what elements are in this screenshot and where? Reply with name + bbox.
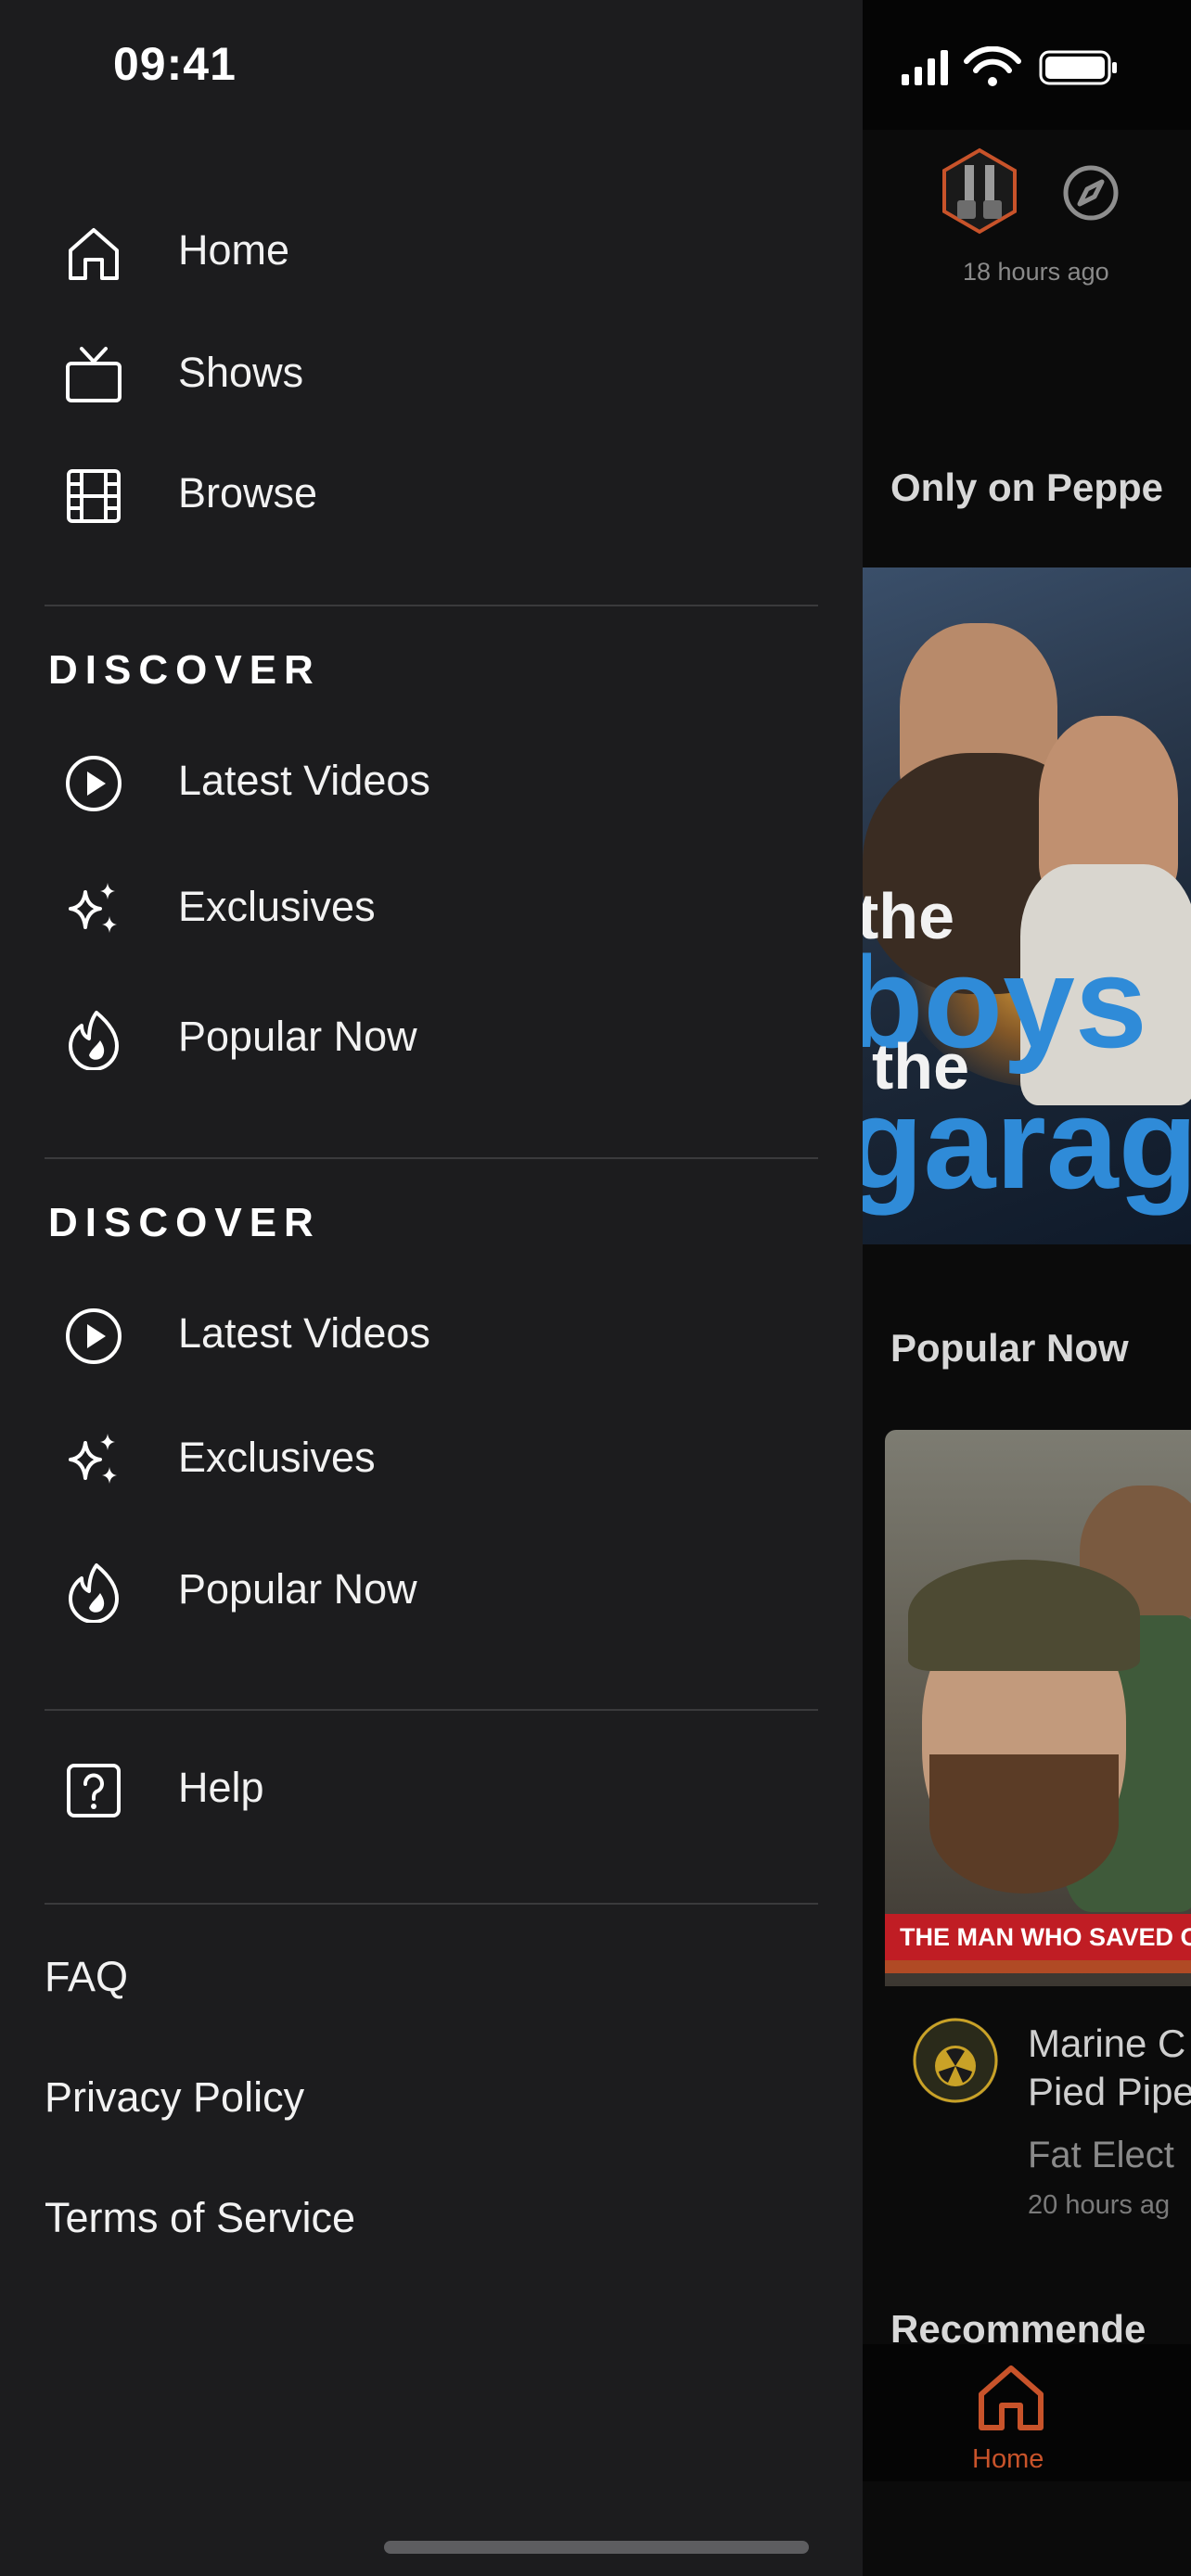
drawer-item-popular-now-2[interactable]: Popular Now <box>0 1543 863 1632</box>
drawer-item-label: Exclusives <box>178 883 376 930</box>
drawer-item-browse[interactable]: Browse <box>0 447 863 536</box>
video-title[interactable]: Marine C Pied Pipe <box>1028 2020 1191 2116</box>
status-icons <box>900 46 1122 89</box>
status-time: 09:41 <box>113 38 237 90</box>
film-icon <box>63 465 124 527</box>
sparkles-icon <box>63 879 124 940</box>
drawer-item-label: Browse <box>178 469 318 516</box>
drawer-item-exclusives[interactable]: Exclusives <box>0 861 863 950</box>
hero-text-garage: garage <box>863 1070 1191 1216</box>
drawer-item-latest-videos[interactable]: Latest Videos <box>0 734 863 823</box>
divider <box>45 1903 818 1905</box>
privacy-policy-link[interactable]: Privacy Policy <box>45 2073 304 2122</box>
thumbnail-banner: THE MAN WHO SAVED OVER 100 <box>885 1914 1191 1960</box>
tab-home-icon[interactable] <box>974 2363 1048 2433</box>
play-circle-icon <box>63 753 124 814</box>
section-heading-discover-2: DISCOVER <box>48 1200 321 1245</box>
terms-of-service-link[interactable]: Terms of Service <box>45 2194 355 2242</box>
drawer-item-label: Help <box>178 1764 264 1811</box>
sparkles-icon <box>63 1430 124 1491</box>
drawer-item-exclusives-2[interactable]: Exclusives <box>0 1411 863 1500</box>
drawer-item-label: Home <box>178 226 290 274</box>
video-channel-name[interactable]: Fat Elect <box>1028 2135 1174 2176</box>
drawer-item-shows[interactable]: Shows <box>0 326 863 415</box>
side-drawer: 09:41 Home Shows Browse DISCOVER Latest … <box>0 0 863 2576</box>
tv-icon <box>63 345 124 406</box>
post-time: 18 hours ago <box>963 258 1109 286</box>
home-icon <box>63 223 124 284</box>
drawer-item-label: Shows <box>178 349 304 396</box>
drawer-item-latest-videos-2[interactable]: Latest Videos <box>0 1287 863 1376</box>
help-icon <box>63 1760 124 1821</box>
section-heading-discover: DISCOVER <box>48 647 321 693</box>
divider <box>45 605 818 606</box>
flame-icon <box>63 1009 124 1070</box>
section-title-only-on: Only on Peppe <box>890 465 1164 509</box>
drawer-item-label: Exclusives <box>178 1434 376 1481</box>
drawer-item-help[interactable]: Help <box>0 1741 863 1830</box>
tab-home-label[interactable]: Home <box>972 2444 1044 2475</box>
divider <box>45 1709 818 1711</box>
faq-link[interactable]: FAQ <box>45 1953 128 2001</box>
featured-show-banner[interactable]: the boys the garage <box>863 567 1191 1244</box>
drawer-item-label: Latest Videos <box>178 757 430 804</box>
compass-icon[interactable] <box>1061 163 1121 223</box>
drawer-item-home[interactable]: Home <box>0 204 863 293</box>
drawer-item-popular-now[interactable]: Popular Now <box>0 990 863 1079</box>
channel-avatar[interactable] <box>913 2018 998 2103</box>
section-title-popular: Popular Now <box>890 1326 1129 1370</box>
flame-icon <box>63 1562 124 1623</box>
drawer-item-label: Popular Now <box>178 1565 417 1613</box>
video-time: 20 hours ag <box>1028 2190 1171 2220</box>
home-indicator <box>384 2541 809 2554</box>
divider <box>45 1157 818 1159</box>
video-thumbnail[interactable]: THE MAN WHO SAVED OVER 100 <box>885 1430 1191 1986</box>
channel-logo-icon[interactable] <box>939 147 1020 236</box>
drawer-item-label: Popular Now <box>178 1013 417 1060</box>
play-circle-icon <box>63 1306 124 1367</box>
drawer-item-label: Latest Videos <box>178 1309 430 1357</box>
